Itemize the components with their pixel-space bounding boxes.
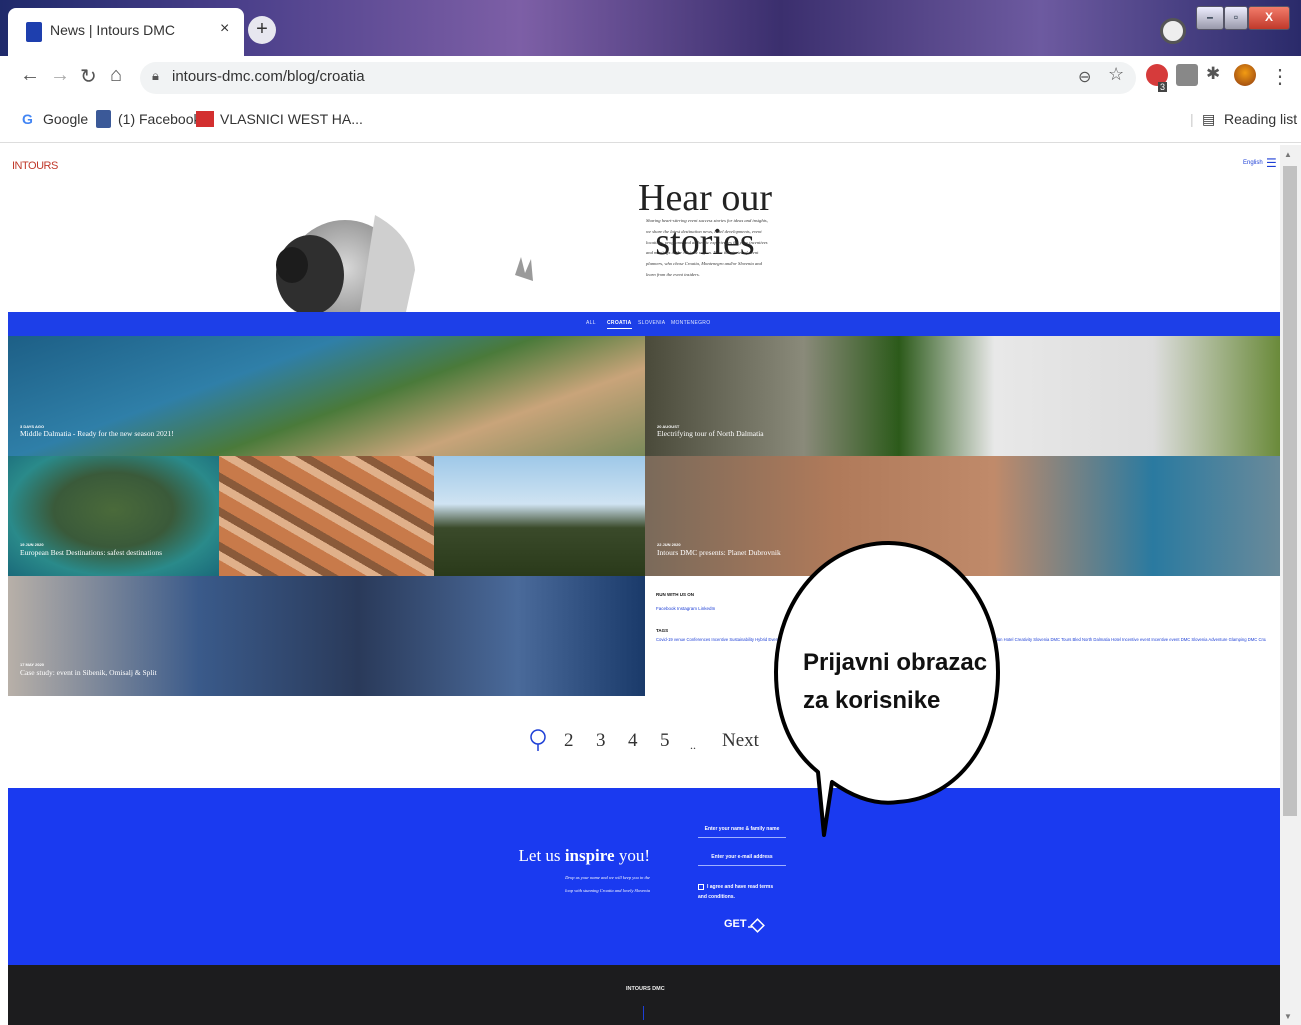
extension-icon[interactable] — [1176, 64, 1198, 86]
hamburger-menu-icon[interactable]: ☰ — [1266, 156, 1277, 170]
extension-badge: 3 — [1158, 82, 1168, 92]
google-icon: G — [22, 111, 33, 127]
profile-icon[interactable] — [1160, 18, 1186, 44]
post-card[interactable]: 17 MAY 2020 Case study: event in Sibenik… — [8, 576, 645, 696]
tags-heading: TAGS — [656, 628, 669, 633]
avatar[interactable] — [1234, 64, 1256, 86]
pagination-ellipsis: .. — [690, 738, 696, 752]
social-heading: RUN WITH US ON — [656, 592, 694, 597]
terms-label[interactable]: I agree and have read terms and conditio… — [698, 882, 778, 902]
post-title: Middle Dalmatia - Ready for the new seas… — [20, 429, 174, 438]
email-input[interactable]: Enter your e-mail address — [698, 854, 786, 866]
reading-list-icon[interactable]: ▤ — [1202, 111, 1215, 128]
scroll-up-icon[interactable]: ▲ — [1284, 150, 1292, 159]
reload-icon[interactable]: ↻ — [80, 64, 97, 89]
newsletter-title: Let us inspire you! — [518, 846, 650, 865]
back-icon[interactable]: ← — [20, 64, 40, 87]
footer-divider — [643, 1006, 644, 1020]
get-button[interactable]: GET — [724, 918, 747, 930]
social-links[interactable]: Facebook Instagram LinkedIn — [656, 606, 715, 611]
lock-icon[interactable]: 🔒︎ — [152, 68, 159, 84]
page-4-link[interactable]: 4 — [628, 730, 638, 752]
post-title: Electrifying tour of North Dalmatia — [657, 429, 764, 438]
site-logo[interactable]: INTOURS — [12, 160, 58, 172]
url-text[interactable]: intours-dmc.com/blog/croatia — [172, 68, 365, 85]
favicon-icon — [26, 22, 42, 42]
tab-title: News | Intours DMC — [50, 22, 175, 38]
post-date: 17 MAY 2020 — [20, 662, 45, 667]
scrollbar-thumb[interactable] — [1283, 166, 1297, 816]
hero-image — [276, 215, 533, 312]
diamond-arrow-icon[interactable] — [748, 918, 766, 936]
current-page-icon[interactable] — [528, 728, 548, 752]
post-title: European Best Destinations: safest desti… — [20, 548, 163, 557]
post-card[interactable]: 20 AUGUST Electrifying tour of North Dal… — [645, 336, 1280, 456]
post-title: Case study: event in Sibenik, Omisalj & … — [20, 668, 157, 677]
bookmark-facebook[interactable]: (1) Facebook — [118, 111, 200, 127]
footer-brand: INTOURS DMC — [626, 986, 665, 992]
sd-icon — [196, 111, 214, 127]
page-3-link[interactable]: 3 — [596, 730, 606, 752]
filter-montenegro[interactable]: MONTENEGRO — [671, 320, 710, 326]
post-card[interactable]: 19 JUN 2020 European Best Destinations: … — [8, 456, 219, 576]
reading-list[interactable]: Reading list — [1224, 111, 1297, 127]
bookmark-star-icon[interactable]: ☆ — [1108, 64, 1124, 85]
extensions-puzzle-icon[interactable]: ✱ — [1206, 64, 1220, 84]
language-selector[interactable]: English — [1243, 160, 1263, 166]
close-tab-icon[interactable]: × — [220, 20, 229, 38]
post-date: 22 JUN 2020 — [657, 542, 681, 547]
post-image[interactable] — [434, 456, 645, 576]
post-date: 19 JUN 2020 — [20, 542, 44, 547]
filter-croatia[interactable]: CROATIA — [607, 320, 632, 329]
filter-all[interactable]: ALL — [586, 320, 596, 326]
forward-icon[interactable]: → — [50, 64, 70, 87]
bookmarks-divider: | — [1190, 111, 1194, 127]
page-5-link[interactable]: 5 — [660, 730, 670, 752]
facebook-icon — [96, 110, 111, 128]
filter-slovenia[interactable]: SLOVENIA — [638, 320, 665, 326]
minimize-button[interactable]: – — [1196, 6, 1224, 30]
active-tab[interactable]: News | Intours DMC × — [8, 8, 244, 56]
hero-description: Sharing heart-stirring event success sto… — [646, 218, 768, 277]
page-2-link[interactable]: 2 — [564, 730, 574, 752]
zoom-icon[interactable]: ⊖ — [1078, 67, 1091, 87]
maximize-button[interactable]: ▫ — [1224, 6, 1248, 30]
scroll-down-icon[interactable]: ▼ — [1284, 1012, 1292, 1021]
bookmark-google[interactable]: Google — [43, 111, 88, 127]
next-page-link[interactable]: Next — [722, 730, 759, 752]
new-tab-button[interactable]: + — [248, 16, 276, 44]
window-close-button[interactable]: X — [1248, 6, 1290, 30]
callout-text: Prijavni obrazac za korisnike — [803, 649, 988, 714]
newsletter-subtitle: Drop us your name and we will keep you i… — [565, 875, 650, 893]
post-image[interactable] — [219, 456, 434, 576]
home-icon[interactable]: ⌂ — [110, 64, 122, 87]
bookmark-vlasnici[interactable]: VLASNICI WEST HA... — [220, 111, 363, 127]
menu-dots-icon[interactable]: ⋮ — [1270, 64, 1290, 89]
post-card[interactable]: 3 DAYS AGO Middle Dalmatia - Ready for t… — [8, 336, 645, 456]
post-title: Intours DMC presents: Planet Dubrovnik — [657, 548, 781, 557]
footer — [8, 965, 1280, 1025]
